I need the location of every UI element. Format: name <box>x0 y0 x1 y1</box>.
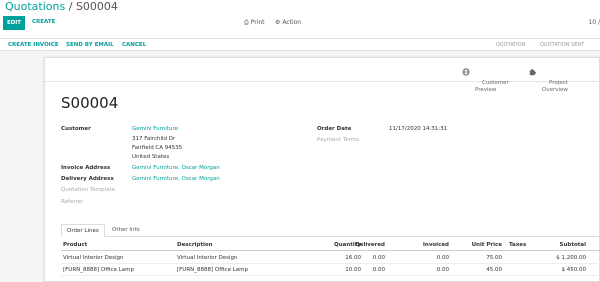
smart-button-bar <box>45 58 600 82</box>
customer-field[interactable]: Gemini Furniture <box>132 126 178 132</box>
product-cell: Virtual Interior Design <box>63 255 124 261</box>
control-panel: Quotations / S00004 EDIT CREATE ⎙ Print … <box>0 0 600 38</box>
tab-other-info[interactable]: Other Info <box>107 224 145 237</box>
action-label: Action <box>282 19 302 26</box>
customer-label: Customer <box>61 126 91 132</box>
project-overview-label: Project Overview <box>542 80 568 93</box>
invoiced-cell: 0.00 <box>436 255 449 261</box>
globe-icon <box>462 68 470 76</box>
column-header[interactable]: Subtotal <box>521 242 586 248</box>
payment-terms-label: Payment Terms <box>317 137 360 143</box>
create-invoice-button[interactable]: CREATE INVOICE <box>8 42 59 48</box>
pager[interactable]: 10 / <box>588 19 600 26</box>
breadcrumb-quotations-link[interactable]: Quotations <box>5 0 65 13</box>
customer-preview-label: Customer Preview <box>475 80 509 93</box>
form-sheet: Customer Preview Project Overview S00004… <box>44 57 600 282</box>
delivery-address-label: Delivery Address <box>61 176 114 182</box>
tab-order-lines[interactable]: Order Lines <box>61 224 105 237</box>
delivery-address-field[interactable]: Gemini Furniture, Oscar Morgan <box>132 176 220 182</box>
product-cell: [FURN_8888] Office Lamp <box>63 267 134 273</box>
invoiced-cell: 0.00 <box>436 267 449 273</box>
column-header[interactable]: Invoiced <box>389 242 449 248</box>
table-row[interactable]: Virtual Interior Design Virtual Interior… <box>61 253 600 264</box>
order-date-label: Order Date <box>317 126 352 132</box>
notebook-tabs: Order Lines Other Info <box>61 224 600 237</box>
delivered-cell: 0.00 <box>372 267 385 273</box>
table-row[interactable]: [FURN_8888] Office Lamp [FURN_8888] Offi… <box>61 265 600 276</box>
description-cell: [FURN_8888] Office Lamp <box>177 267 248 273</box>
stage-quotation-sent[interactable]: QUOTATION SENT <box>540 42 584 48</box>
quotation-template-label: Quotation Template <box>61 187 116 193</box>
project-overview-button[interactable]: Project Overview <box>529 66 568 101</box>
order-date-field[interactable]: 11/17/2020 14:31:31 <box>389 126 447 132</box>
delivered-cell: 0.00 <box>372 255 385 261</box>
gear-icon: ⚙ <box>275 19 281 26</box>
print-menu[interactable]: ⎙ Print <box>244 19 265 27</box>
send-by-email-button[interactable]: SEND BY EMAIL <box>66 42 114 48</box>
breadcrumb-separator: / <box>68 0 73 13</box>
breadcrumb: Quotations / S00004 <box>5 0 118 13</box>
stage-quotation[interactable]: QUOTATION <box>496 42 525 48</box>
status-bar: CREATE INVOICE SEND BY EMAIL CANCEL QUOT… <box>0 38 600 51</box>
record-title: S00004 <box>61 94 119 112</box>
column-header[interactable]: Product <box>63 242 87 248</box>
customer-preview-button[interactable]: Customer Preview <box>462 66 509 101</box>
referrer-label: Referrer <box>61 199 84 205</box>
unit-price-cell: 45.00 <box>486 267 502 273</box>
column-header[interactable]: Delivered <box>323 242 385 248</box>
breadcrumb-current: S00004 <box>75 0 118 13</box>
create-button[interactable]: CREATE <box>32 19 55 25</box>
order-lines-header: Product Description Quantity Delivered I… <box>61 241 600 251</box>
invoice-address-field[interactable]: Gemini Furniture, Oscar Morgan <box>132 165 220 171</box>
cancel-button[interactable]: CANCEL <box>122 42 146 48</box>
print-label: Print <box>250 19 265 26</box>
edit-button[interactable]: EDIT <box>3 16 25 30</box>
puzzle-icon <box>529 69 536 76</box>
customer-address-line1: 317 Fairchild Dr <box>132 136 176 142</box>
customer-address-line3: United States <box>132 154 170 160</box>
subtotal-cell: $ 450.00 <box>561 267 587 273</box>
column-header[interactable]: Description <box>177 242 213 248</box>
invoice-address-label: Invoice Address <box>61 165 111 171</box>
unit-price-cell: 75.00 <box>486 255 502 261</box>
description-cell: Virtual Interior Design <box>177 255 238 261</box>
action-menu[interactable]: ⚙ Action <box>275 19 301 26</box>
customer-address-line2: Fairfield CA 94535 <box>132 145 183 151</box>
column-header[interactable]: Unit Price <box>446 242 502 248</box>
print-icon: ⎙ <box>244 19 249 26</box>
subtotal-cell: $ 1,200.00 <box>556 255 586 261</box>
